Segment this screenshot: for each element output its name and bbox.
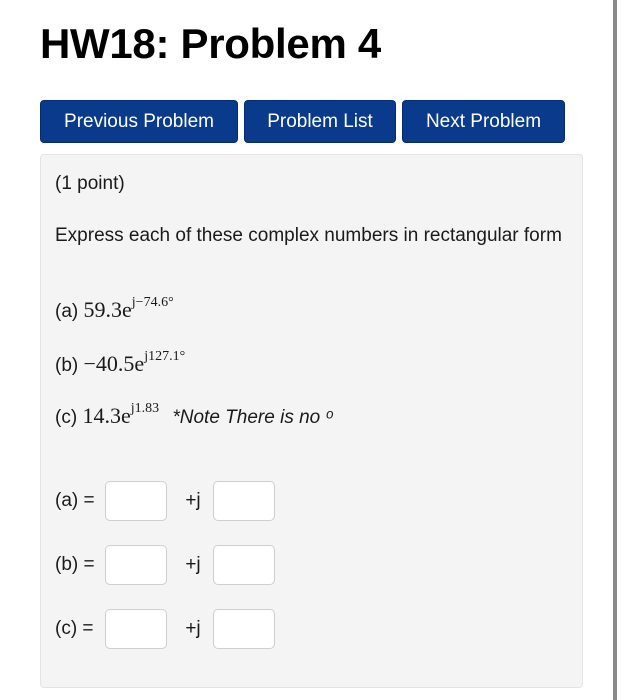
part-exponent: j127.1° — [144, 348, 186, 364]
imaginary-part-input[interactable] — [213, 481, 275, 521]
problem-list-button[interactable]: Problem List — [244, 100, 396, 143]
part-b: (b) −40.5ej127.1° — [55, 348, 186, 377]
imaginary-part-input[interactable] — [213, 545, 275, 585]
part-exponent: j1.83 — [130, 400, 160, 416]
answer-label: (b) = — [55, 554, 95, 575]
part-base: −40.5e — [83, 351, 145, 376]
answer-label: (a) = — [55, 490, 95, 511]
part-exponent: j−74.6° — [131, 294, 174, 310]
part-label: (a) — [55, 301, 79, 322]
real-part-input[interactable] — [105, 609, 167, 649]
part-note: *Note There is no ᵒ — [172, 407, 334, 428]
part-base: 14.3e — [82, 403, 131, 428]
answer-label: (c) = — [55, 618, 94, 639]
imaginary-joiner: +j — [185, 554, 201, 575]
next-problem-button[interactable]: Next Problem — [402, 100, 565, 143]
part-base: 59.3e — [83, 297, 132, 322]
imaginary-joiner: +j — [185, 490, 201, 511]
problem-navigation: Previous Problem Problem List Next Probl… — [40, 100, 565, 143]
real-part-input[interactable] — [105, 481, 167, 521]
previous-problem-button[interactable]: Previous Problem — [40, 100, 238, 143]
part-a: (a) 59.3ej−74.6° — [55, 294, 174, 323]
imaginary-joiner: +j — [185, 618, 201, 639]
points-label: (1 point) — [55, 173, 125, 194]
part-label: (b) — [55, 355, 79, 376]
real-part-input[interactable] — [105, 545, 167, 585]
problem-prompt: Express each of these complex numbers in… — [55, 225, 562, 246]
imaginary-part-input[interactable] — [213, 609, 275, 649]
answer-row-c: (c) = +j — [55, 609, 275, 649]
part-c: (c) 14.3ej1.83 *Note There is no ᵒ — [55, 400, 334, 429]
answer-row-b: (b) = +j — [55, 545, 275, 585]
part-label: (c) — [55, 407, 78, 428]
answer-row-a: (a) = +j — [55, 481, 275, 521]
page-title: HW18: Problem 4 — [40, 20, 381, 67]
window-edge — [613, 0, 617, 700]
problem-panel: (1 point) Express each of these complex … — [40, 154, 583, 688]
